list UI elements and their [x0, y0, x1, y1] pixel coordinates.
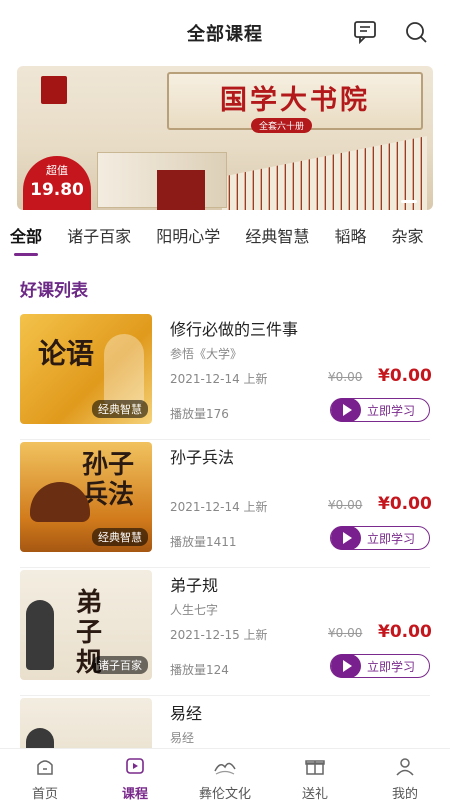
list-item[interactable]: 孙子兵法 经典智慧 孙子兵法 2021-12-14 上新 ¥0.00 ¥0.00…	[20, 440, 432, 568]
home-icon	[37, 760, 53, 775]
category-tabs: 全部 诸子百家 阳明心学 经典智慧 韬略 杂家	[10, 223, 450, 259]
profile-icon	[396, 758, 414, 776]
nav-label: 课程	[121, 787, 148, 800]
banner-subtitle: 全套六十册	[251, 118, 313, 133]
course-title: 孙子兵法	[170, 448, 235, 467]
course-list: 论语 经典智慧 修行必做的三件事 参悟《大学》 2021-12-14 上新 ¥0…	[0, 312, 450, 800]
tab-yangming[interactable]: 阳明心学	[156, 223, 220, 247]
category-tag: 经典智慧	[92, 400, 148, 418]
mountain-logo-icon	[214, 762, 236, 775]
section-title: 好课列表	[20, 281, 88, 301]
nav-course[interactable]: 课程	[90, 755, 180, 800]
badge-label: 超值	[46, 164, 68, 177]
book-row-image	[222, 136, 427, 210]
study-label: 立即学习	[367, 532, 416, 546]
course-cover: 弟子规 诸子百家	[20, 570, 152, 680]
current-price: ¥0.00	[378, 622, 432, 642]
course-title: 弟子规	[170, 576, 219, 595]
course-date: 2021-12-15 上新	[170, 628, 268, 642]
category-tag: 经典智慧	[92, 528, 148, 546]
tab-misc[interactable]: 杂家	[392, 223, 424, 247]
nav-profile[interactable]: 我的	[360, 755, 450, 800]
cover-figure	[30, 482, 90, 522]
course-subtitle: 易经	[170, 731, 195, 745]
course-date: 2021-12-14 上新	[170, 372, 268, 386]
gift-icon	[305, 760, 325, 775]
bottom-nav: 首页 课程 彝伦文化 送礼 我的	[0, 748, 450, 800]
study-label: 立即学习	[367, 404, 416, 418]
tab-classics[interactable]: 经典智慧	[245, 223, 309, 247]
study-now-button[interactable]: 立即学习	[330, 398, 430, 422]
book-box-front	[157, 170, 205, 210]
nav-label: 彝伦文化	[198, 787, 251, 800]
top-bar: 全部课程	[0, 0, 450, 62]
original-price: ¥0.00	[328, 370, 363, 384]
banner-signboard: 国学大书院 全套六十册	[167, 72, 423, 133]
cover-figure	[26, 600, 54, 670]
study-now-button[interactable]: 立即学习	[330, 654, 430, 678]
study-now-button[interactable]: 立即学习	[330, 526, 430, 550]
play-count: 播放量176	[170, 407, 229, 421]
play-icon	[331, 526, 361, 550]
course-cover: 孙子兵法 经典智慧	[20, 442, 152, 552]
play-icon	[331, 398, 361, 422]
list-item[interactable]: 弟子规 诸子百家 弟子规 人生七字 2021-12-15 上新 ¥0.00 ¥0…	[20, 568, 432, 696]
current-price: ¥0.00	[378, 494, 432, 514]
nav-label: 我的	[391, 787, 418, 800]
cover-calligraphy: 论语	[38, 337, 95, 370]
carousel-indicator	[401, 200, 417, 203]
nav-label: 送礼	[301, 787, 328, 800]
search-icon[interactable]	[403, 19, 429, 45]
course-title: 易经	[170, 704, 203, 723]
message-icon[interactable]	[352, 19, 378, 45]
promo-banner[interactable]: 国学大书院 全套六十册 超值 19.80	[17, 66, 433, 210]
current-price: ¥0.00	[378, 366, 432, 386]
cover-figure	[104, 334, 144, 404]
page-title: 全部课程	[187, 24, 263, 45]
cover-calligraphy: 孙子兵法	[82, 450, 135, 510]
list-item[interactable]: 论语 经典智慧 修行必做的三件事 参悟《大学》 2021-12-14 上新 ¥0…	[20, 312, 432, 440]
price-badge: 超值 19.80	[23, 156, 91, 210]
tab-all[interactable]: 全部	[10, 223, 42, 256]
nav-label: 首页	[31, 787, 58, 800]
play-count: 播放量124	[170, 663, 229, 677]
seal-icon	[41, 76, 67, 104]
study-label: 立即学习	[367, 660, 416, 674]
course-title: 修行必做的三件事	[170, 320, 299, 339]
category-tag: 诸子百家	[92, 656, 148, 674]
tab-strategy[interactable]: 韬略	[334, 223, 366, 247]
original-price: ¥0.00	[328, 626, 363, 640]
course-play-icon	[126, 758, 144, 774]
play-count: 播放量1411	[170, 535, 237, 549]
play-icon	[331, 654, 361, 678]
course-date: 2021-12-14 上新	[170, 500, 268, 514]
badge-price: 19.80	[30, 180, 84, 200]
nav-home[interactable]: 首页	[0, 755, 90, 800]
banner-title: 国学大书院	[220, 85, 370, 116]
course-subtitle: 人生七字	[170, 603, 219, 617]
app-screen: 全部课程 国学大书院 全套六十册 超值 19.80 全部 诸子百家 阳明心学 经…	[0, 0, 450, 800]
original-price: ¥0.00	[328, 498, 363, 512]
nav-gift[interactable]: 送礼	[270, 755, 360, 800]
course-cover: 论语 经典智慧	[20, 314, 152, 424]
nav-culture[interactable]: 彝伦文化	[180, 755, 270, 800]
tab-zhuzi[interactable]: 诸子百家	[67, 223, 131, 247]
course-subtitle: 参悟《大学》	[170, 347, 243, 361]
